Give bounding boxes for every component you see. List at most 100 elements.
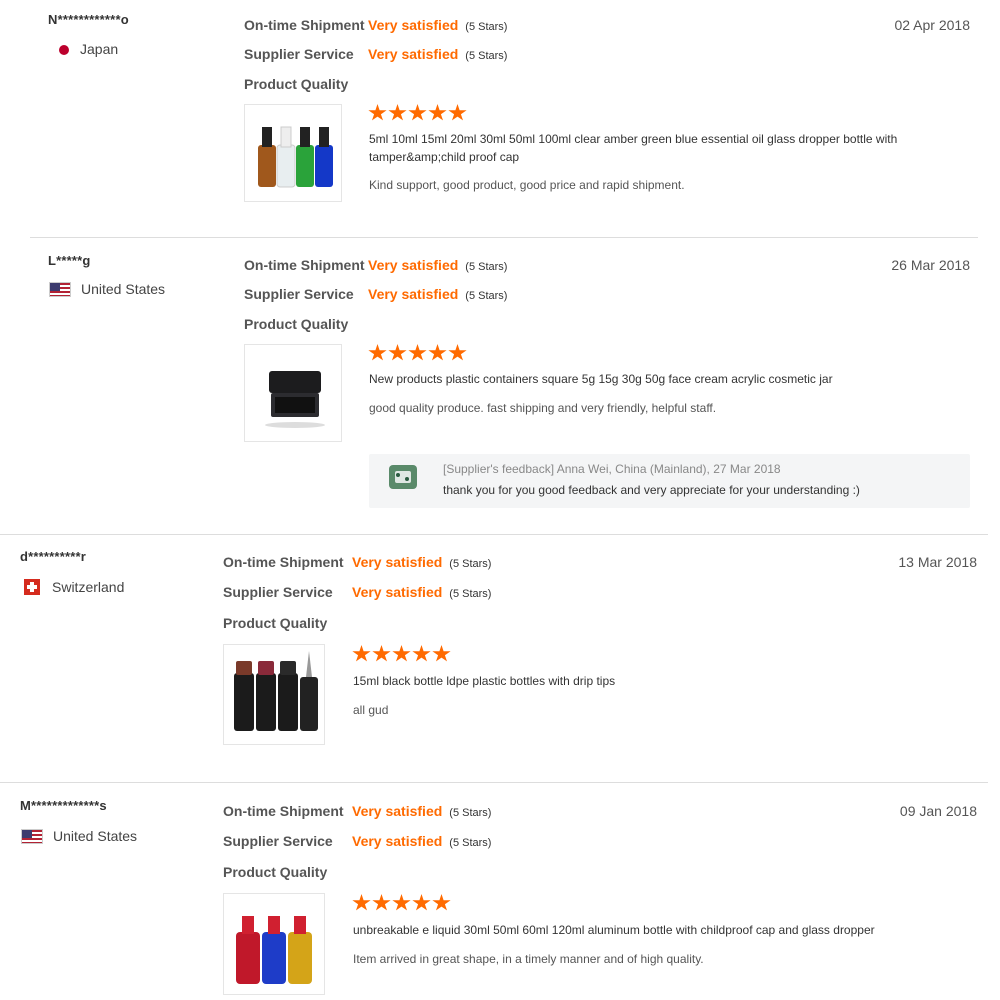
rating-label: On-time Shipment: [244, 257, 365, 273]
star-icon: [432, 645, 451, 662]
rating-stars-text: (5 Stars): [449, 807, 492, 819]
review-comment: all gud: [353, 703, 389, 717]
dropper-bottles-image: [258, 126, 333, 188]
rating-label: Supplier Service: [244, 286, 354, 302]
rating-value: Very satisfied: [368, 257, 459, 273]
star-icon: [388, 344, 407, 361]
flag-switzerland-icon: [24, 579, 40, 595]
review-comment: good quality produce. fast shipping and …: [369, 401, 717, 415]
product-title-link[interactable]: 15ml black bottle ldpe plastic bottles w…: [353, 672, 933, 690]
product-title-link[interactable]: unbreakable e liquid 30ml 50ml 60ml 120m…: [353, 921, 953, 939]
country-label: United States: [81, 281, 166, 297]
star-icon: [448, 104, 467, 121]
rating-label: On-time Shipment: [244, 17, 365, 33]
on-time-shipment-rating: On-time Shipment Very satisfied (5 Stars…: [223, 554, 491, 570]
review-date: 09 Jan 2018: [899, 803, 977, 819]
rating-label: Product Quality: [244, 316, 349, 332]
supplier-avatar-icon: [389, 465, 417, 489]
rating-stars-text: (5 Stars): [449, 588, 492, 600]
rating-label: On-time Shipment: [223, 803, 344, 819]
buyer-name: N************o: [48, 12, 129, 27]
star-icon: [388, 104, 407, 121]
product-title-link[interactable]: New products plastic containers square 5…: [369, 370, 929, 388]
review-date: 13 Mar 2018: [898, 554, 977, 570]
flag-us-icon: [49, 281, 71, 297]
product-quality-rating: Product Quality: [223, 864, 347, 880]
rating-label: Product Quality: [244, 76, 349, 92]
star-icon: [408, 344, 427, 361]
buyer-name: L*****g: [48, 253, 91, 268]
review-date: 26 Mar 2018: [891, 257, 970, 273]
star-icon: [372, 645, 391, 662]
supplier-feedback: [Supplier's feedback] Anna Wei, China (M…: [369, 454, 970, 508]
rating-stars-text: (5 Stars): [449, 837, 492, 849]
aluminum-bottles-image: [236, 916, 312, 984]
star-icon: [432, 894, 451, 911]
rating-stars-text: (5 Stars): [465, 50, 508, 62]
star-icon: [412, 645, 431, 662]
star-icon: [352, 645, 371, 662]
buyer-name: d**********r: [20, 549, 86, 564]
rating-stars-text: (5 Stars): [465, 290, 508, 302]
supplier-service-rating: Supplier Service Very satisfied (5 Stars…: [223, 584, 491, 600]
star-icon: [392, 894, 411, 911]
product-thumbnail[interactable]: [244, 104, 342, 202]
product-quality-rating: Product Quality: [223, 615, 347, 631]
rating-value: Very satisfied: [352, 833, 443, 849]
flag-us-icon: [21, 828, 43, 844]
country-label: United States: [53, 828, 138, 844]
buyer-country: United States: [49, 281, 165, 297]
rating-value: Very satisfied: [352, 554, 443, 570]
supplier-service-rating: Supplier Service Very satisfied (5 Stars…: [244, 46, 507, 62]
feedback-meta: [Supplier's feedback] Anna Wei, China (M…: [443, 462, 781, 476]
flag-japan-icon: [53, 41, 69, 57]
star-icon: [352, 894, 371, 911]
star-icon: [368, 104, 387, 121]
review-date: 02 Apr 2018: [894, 17, 970, 33]
star-icon: [428, 344, 447, 361]
product-thumbnail[interactable]: [223, 644, 325, 745]
product-thumbnail[interactable]: [244, 344, 342, 442]
plastic-bottles-image: [234, 651, 318, 731]
rating-stars-text: (5 Stars): [465, 261, 508, 273]
rating-value: Very satisfied: [368, 17, 459, 33]
rating-value: Very satisfied: [352, 584, 443, 600]
country-label: Japan: [80, 41, 119, 57]
star-rating: [368, 344, 468, 362]
supplier-service-rating: Supplier Service Very satisfied (5 Stars…: [244, 286, 507, 302]
buyer-country: Japan: [53, 41, 118, 57]
cosmetic-jar-image: [265, 371, 325, 428]
review-comment: Item arrived in great shape, in a timely…: [353, 952, 704, 966]
rating-label: On-time Shipment: [223, 554, 344, 570]
review-divider: [30, 237, 978, 238]
rating-value: Very satisfied: [368, 46, 459, 62]
buyer-country: Switzerland: [24, 579, 124, 595]
buyer-country: United States: [21, 828, 137, 844]
on-time-shipment-rating: On-time Shipment Very satisfied (5 Stars…: [223, 803, 491, 819]
rating-label: Supplier Service: [223, 833, 333, 849]
review-divider: [0, 782, 988, 783]
product-title-link[interactable]: 5ml 10ml 15ml 20ml 30ml 50ml 100ml clear…: [369, 130, 929, 166]
star-icon: [408, 104, 427, 121]
buyer-name: M*************s: [20, 798, 107, 813]
on-time-shipment-rating: On-time Shipment Very satisfied (5 Stars…: [244, 257, 507, 273]
rating-stars-text: (5 Stars): [449, 558, 492, 570]
product-quality-rating: Product Quality: [244, 316, 368, 332]
rating-label: Supplier Service: [223, 584, 333, 600]
rating-label: Product Quality: [223, 615, 328, 631]
review-comment: Kind support, good product, good price a…: [369, 178, 685, 192]
country-label: Switzerland: [52, 579, 125, 595]
star-rating: [368, 104, 468, 122]
rating-stars-text: (5 Stars): [465, 21, 508, 33]
rating-label: Product Quality: [223, 864, 328, 880]
star-icon: [372, 894, 391, 911]
feedback-text: thank you for you good feedback and very…: [443, 483, 860, 497]
star-rating: [352, 645, 452, 663]
rating-value: Very satisfied: [368, 286, 459, 302]
product-quality-rating: Product Quality: [244, 76, 368, 92]
rating-value: Very satisfied: [352, 803, 443, 819]
product-thumbnail[interactable]: [223, 893, 325, 995]
star-rating: [352, 894, 452, 912]
star-icon: [448, 344, 467, 361]
review-divider: [0, 534, 988, 535]
